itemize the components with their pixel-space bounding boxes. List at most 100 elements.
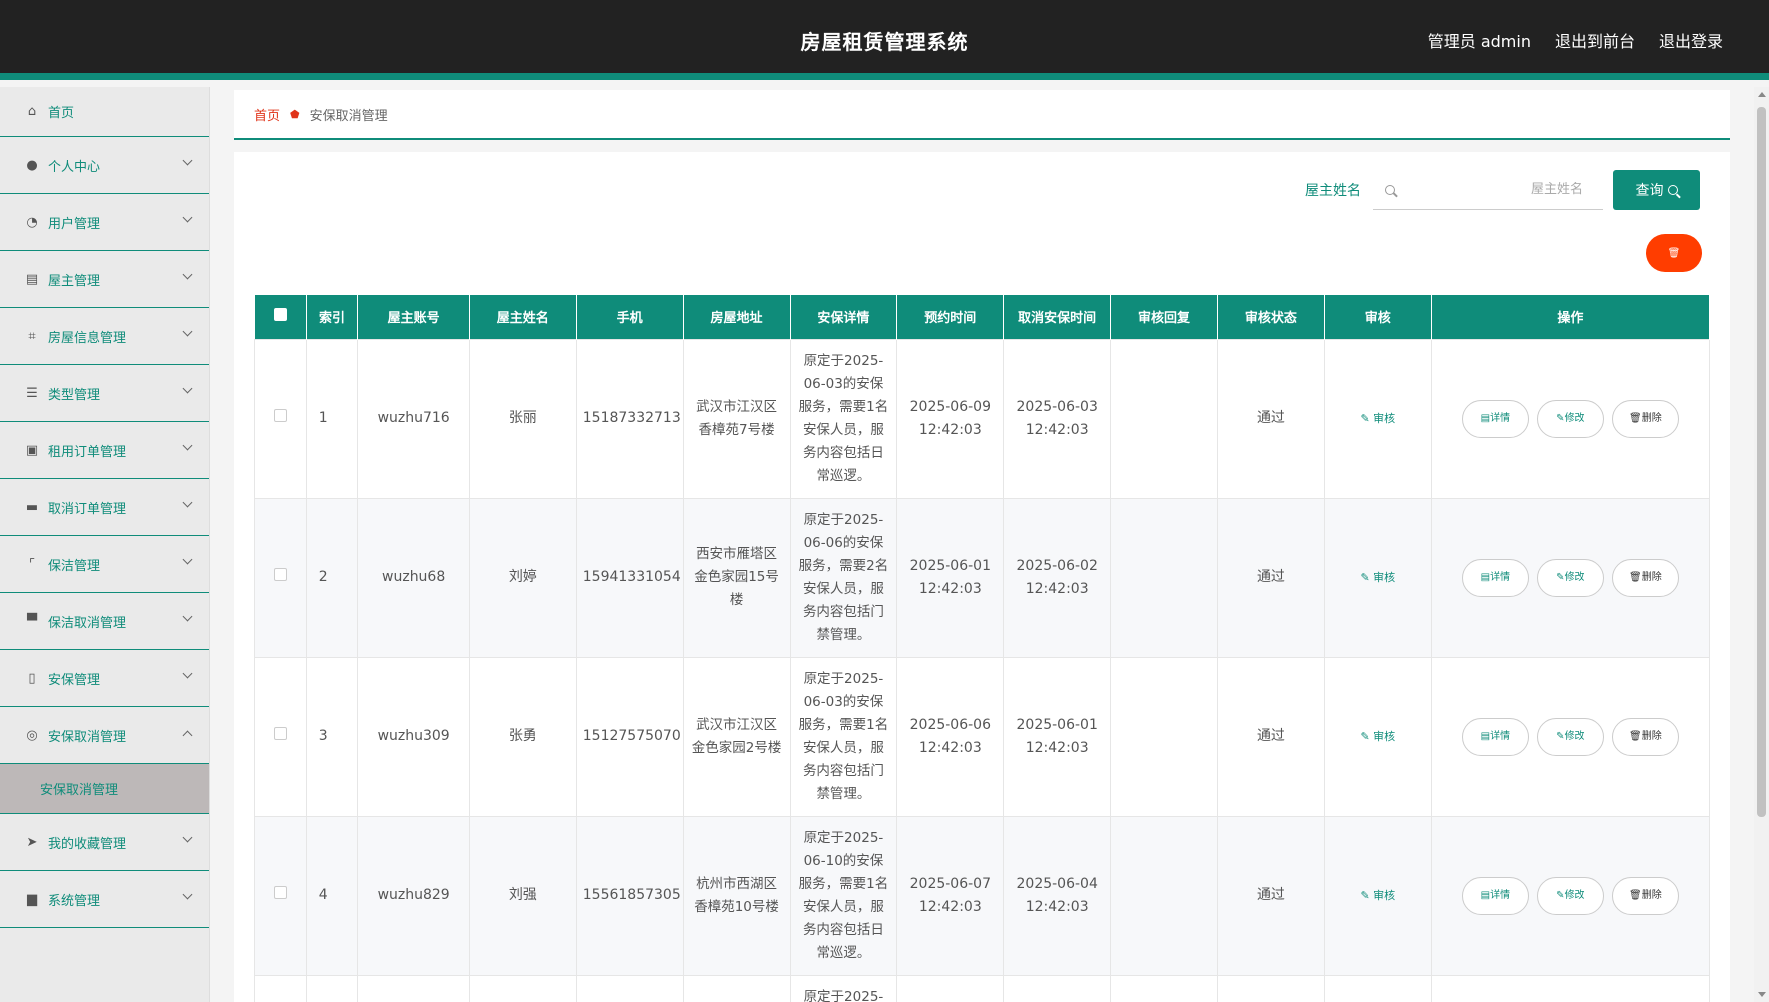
sidebar-item-label: 用户管理 (48, 216, 101, 232)
doc-icon: ▤ (1480, 731, 1491, 742)
sidebar-item-security-cancel[interactable]: ◎ 安保取消管理 (0, 707, 209, 764)
delete-button[interactable]: 🗑 删除 (1611, 717, 1679, 756)
review-link[interactable]: ✎ 审核 (1360, 412, 1395, 425)
sidebar-item-label: 保洁管理 (48, 558, 101, 574)
sidebar-item-home[interactable]: ⌂ 首页 (0, 87, 209, 137)
cell-actions: ▤ 详情 ✎ 修改 🗑 删除 (1430, 497, 1711, 658)
row-select[interactable] (254, 656, 307, 817)
table-row: 1 wuzhu716 张丽 15187332713 武汉市江汉区香樟苑7号楼 原… (254, 338, 1711, 499)
select-all-header[interactable] (254, 295, 307, 339)
row-checkbox[interactable] (273, 409, 287, 422)
sidebar-item-users[interactable]: ◔ 用户管理 (0, 194, 209, 251)
cell-reply (1110, 974, 1218, 1002)
scroll-thumb[interactable] (1757, 107, 1766, 817)
col-header: 预约时间 (896, 295, 1005, 339)
sidebar-item-favorites[interactable]: ➤ 我的收藏管理 (0, 814, 209, 871)
logout-link[interactable]: 退出登录 (1659, 28, 1723, 52)
sidebar-item-system[interactable]: ▆ 系统管理 (0, 871, 209, 928)
detail-button[interactable]: ▤ 详情 (1461, 399, 1529, 438)
review-label: 审核 (1373, 571, 1396, 584)
review-link[interactable]: ✎ 审核 (1360, 889, 1395, 902)
checklist-icon: ▣ (25, 442, 39, 458)
search-input-wrap[interactable] (1373, 170, 1603, 210)
sidebar-item-house-info[interactable]: ⌗ 房屋信息管理 (0, 308, 209, 365)
edit-button[interactable]: ✎ 修改 (1536, 876, 1604, 915)
sidebar-item-security[interactable]: ▯ 安保管理 (0, 650, 209, 707)
cell-appoint-time: 2025-06-06 12:42:03 (896, 656, 1005, 817)
chevron-down-icon (182, 440, 193, 451)
search-input[interactable] (1403, 182, 1583, 197)
detail-button[interactable]: ▤ 详情 (1461, 558, 1529, 597)
cell-detail: 原定于2025- (789, 974, 898, 1002)
cell-phone (575, 974, 684, 1002)
review-label: 审核 (1373, 889, 1396, 902)
page-scrollbar[interactable] (1754, 87, 1769, 1002)
delete-button[interactable]: 🗑 删除 (1611, 399, 1679, 438)
admin-label[interactable]: 管理员 admin (1428, 28, 1531, 52)
sidebar-item-owners[interactable]: ▤ 屋主管理 (0, 251, 209, 308)
row-select[interactable] (254, 338, 307, 499)
review-link[interactable]: ✎ 审核 (1360, 730, 1395, 743)
sidebar-item-label: 系统管理 (48, 893, 101, 909)
scroll-up-arrow-icon[interactable] (1758, 92, 1766, 97)
sidebar-item-label: 个人中心 (48, 159, 101, 175)
edit-button[interactable]: ✎ 修改 (1536, 717, 1604, 756)
cell-cancel-time (1003, 974, 1112, 1002)
query-button[interactable]: 查询 (1613, 170, 1700, 210)
delete-button[interactable]: 🗑 删除 (1611, 558, 1679, 597)
archive-icon: ▆ (27, 891, 37, 907)
edit-icon: ✎ (1556, 890, 1565, 901)
cell-name: 刘强 (468, 815, 577, 976)
edit-button-label: 修改 (1564, 572, 1585, 583)
cell-account (357, 974, 470, 1002)
sidebar-item-types[interactable]: ☰ 类型管理 (0, 365, 209, 422)
breadcrumb-home[interactable]: 首页 (254, 105, 280, 124)
col-header: 审核回复 (1110, 295, 1218, 339)
sidebar-item-personal[interactable]: ● 个人中心 (0, 137, 209, 194)
edit-icon: ✎ (1556, 731, 1565, 742)
table-row: 4 wuzhu829 刘强 15561857305 杭州市西湖区香樟苑10号楼 … (254, 815, 1711, 976)
cell-name: 张勇 (468, 656, 577, 817)
sidebar-item-cleaning-cancel[interactable]: ▀ 保洁取消管理 (0, 593, 209, 650)
review-link[interactable]: ✎ 审核 (1360, 571, 1395, 584)
edit-icon: ✎ (1556, 572, 1565, 583)
trash-icon: 🗑 (1629, 572, 1642, 583)
row-select[interactable] (254, 497, 307, 658)
detail-button[interactable]: ▤ 详情 (1461, 717, 1529, 756)
trash-icon: 🗑 (1629, 413, 1642, 424)
cell-cancel-time: 2025-06-04 12:42:03 (1003, 815, 1112, 976)
row-checkbox[interactable] (273, 727, 287, 740)
edit-button-label: 修改 (1564, 890, 1585, 901)
sidebar-item-cancel-orders[interactable]: ▬ 取消订单管理 (0, 479, 209, 536)
delete-button[interactable]: 🗑 删除 (1611, 876, 1679, 915)
sidebar-item-cleaning[interactable]: ⌜ 保洁管理 (0, 536, 209, 593)
cell-address: 武汉市江汉区香樟苑7号楼 (682, 338, 791, 499)
row-checkbox[interactable] (273, 568, 287, 581)
col-header: 屋主姓名 (469, 295, 577, 339)
phone-icon: ▯ (28, 670, 36, 686)
trash-icon: 🗑 (1667, 247, 1681, 259)
briefcase-icon: ▀ (27, 613, 37, 629)
detail-button[interactable]: ▤ 详情 (1461, 876, 1529, 915)
edit-icon: ✎ (1556, 413, 1565, 424)
row-select[interactable] (254, 974, 307, 1002)
table-header-row: 索引 屋主账号 屋主姓名 手机 房屋地址 安保详情 预约时间 取消安保时间 审核… (254, 295, 1711, 339)
sidebar-item-label: 取消订单管理 (48, 501, 127, 517)
query-button-label: 查询 (1635, 183, 1664, 199)
select-all-checkbox[interactable] (273, 308, 287, 322)
chevron-down-icon (182, 832, 193, 843)
to-front-link[interactable]: 退出到前台 (1555, 28, 1635, 52)
scroll-down-arrow-icon[interactable] (1758, 992, 1766, 997)
sidebar-item-rent-orders[interactable]: ▣ 租用订单管理 (0, 422, 209, 479)
breadcrumb-current: 安保取消管理 (309, 108, 388, 124)
row-select[interactable] (254, 815, 307, 976)
cell-review: ✎ 审核 (1323, 656, 1432, 817)
edit-button[interactable]: ✎ 修改 (1536, 558, 1604, 597)
row-checkbox[interactable] (273, 886, 287, 899)
sidebar-item-label: 屋主管理 (48, 273, 101, 289)
data-table: 索引 屋主账号 屋主姓名 手机 房屋地址 安保详情 预约时间 取消安保时间 审核… (254, 295, 1711, 1002)
batch-delete-button[interactable]: 🗑 (1646, 234, 1702, 272)
sidebar-subitem-security-cancel[interactable]: 安保取消管理 (0, 764, 209, 814)
edit-button[interactable]: ✎ 修改 (1536, 399, 1604, 438)
doc-icon: ▤ (1480, 413, 1491, 424)
